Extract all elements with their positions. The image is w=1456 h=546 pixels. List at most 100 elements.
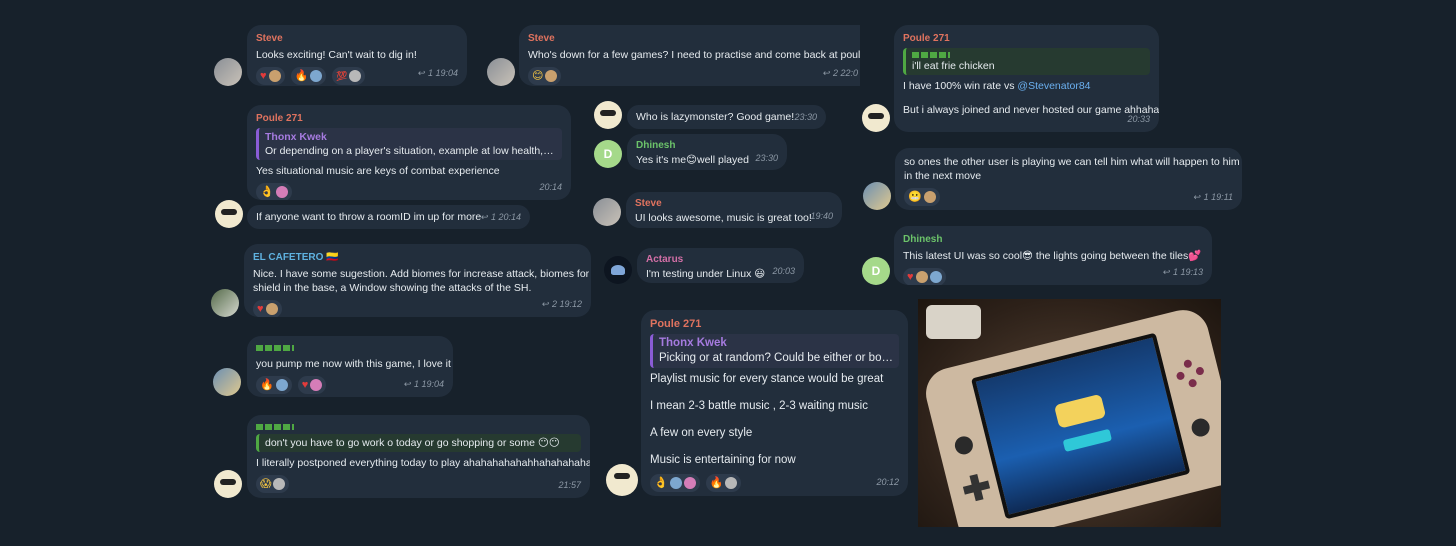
reaction-hundred[interactable]: 💯 [332, 67, 366, 85]
avatar-poule[interactable] [606, 464, 638, 496]
reply-quote[interactable]: don't you have to go work o today or go … [256, 434, 581, 452]
sender-name[interactable]: Steve [635, 197, 833, 211]
message-line: Playlist music for every stance would be… [650, 373, 884, 385]
hope-name-tag[interactable] [256, 345, 294, 351]
message-text: But i always joined and never hosted our… [903, 104, 1159, 116]
grimace-icon: 😬 [908, 191, 922, 203]
avatar-poule[interactable] [862, 104, 890, 132]
reaction-fire[interactable]: 🔥 [290, 67, 327, 85]
shared-photo[interactable] [918, 299, 1221, 527]
reply-icon: ↩ [417, 68, 426, 78]
message-bubble[interactable]: Poule 271 Thonx Kwek Or depending on a p… [247, 105, 571, 200]
avatar-dhinesh[interactable]: D [862, 257, 890, 285]
timestamp: ↩ 1 19:04 [404, 377, 444, 391]
sender-name[interactable]: Poule 271 [650, 317, 899, 332]
avatar-poule[interactable] [215, 200, 243, 228]
message-text: in the next move [904, 170, 982, 182]
reply-count[interactable]: 1 [414, 379, 419, 389]
avatar-letter: D [603, 147, 613, 161]
fire-icon: 🔥 [709, 476, 724, 489]
reaction-ok-hand[interactable]: 👌 [650, 474, 700, 492]
reply-count[interactable]: 2 [833, 68, 838, 78]
message-bubble[interactable]: If anyone want to throw a roomID im up f… [247, 205, 530, 229]
avatar-poule[interactable] [594, 101, 622, 129]
quote-sender: Thonx Kwek [265, 131, 327, 143]
timestamp: ↩ 1 19:13 [1163, 265, 1203, 279]
sender-name[interactable]: Steve [256, 32, 458, 46]
reply-count[interactable]: 2 [552, 299, 557, 309]
reaction-heart[interactable]: ♥ [297, 376, 327, 394]
message-bubble[interactable]: EL CAFETERO 🇨🇴 Nice. I have some sugesti… [244, 244, 591, 317]
sender-name[interactable]: Poule 271 [256, 112, 562, 126]
reply-icon: ↩ [1193, 192, 1202, 202]
avatar-steve[interactable] [214, 58, 242, 86]
message-bubble[interactable]: Poule 271 Thonx Kwek Picking or at rando… [641, 310, 908, 496]
message-bubble[interactable]: you pump me now with this game, I love i… [247, 336, 453, 397]
message-bubble[interactable]: Who is lazymonster? Good game! 23:30 [627, 105, 826, 129]
reply-quote[interactable]: i'll eat frie chicken [903, 48, 1150, 75]
message-bubble[interactable]: Poule 271 i'll eat frie chicken I have 1… [894, 25, 1159, 132]
avatar-poule[interactable] [214, 470, 242, 498]
reaction-grimace[interactable]: 😬 [904, 188, 940, 206]
reply-count[interactable]: 1 [428, 68, 433, 78]
quote-sender: Thonx Kwek [659, 337, 727, 349]
message-bubble[interactable]: Steve Looks exciting! Can't wait to dig … [247, 25, 467, 86]
sender-name[interactable]: Poule 271 [903, 32, 1150, 46]
message-bubble[interactable]: don't you have to go work o today or go … [247, 415, 590, 498]
avatar-el-cafetero[interactable] [211, 289, 239, 317]
avatar-dhinesh[interactable]: D [594, 140, 622, 168]
reaction-ok-hand[interactable]: 👌 [256, 183, 292, 200]
reactions: 😊 [528, 67, 851, 85]
reply-quote[interactable]: Thonx Kwek Or depending on a player's si… [256, 128, 562, 160]
avatar [310, 70, 323, 82]
reaction-heart[interactable]: ♥ [253, 300, 282, 317]
reply-quote[interactable]: Thonx Kwek Picking or at random? Could b… [650, 334, 899, 368]
time: 19:11 [1211, 192, 1233, 202]
reaction-fire[interactable]: 🔥 [256, 376, 292, 394]
message-bubble[interactable]: Dhinesh Yes it's me😊well played 23:30 [627, 134, 787, 170]
quote-text: Picking or at random? Could be either or… [659, 352, 895, 364]
sender-name[interactable]: Dhinesh [903, 233, 1203, 247]
message-bubble[interactable]: Actarus I'm testing under Linux 😃 20:03 [637, 248, 804, 283]
message-text: I have 100% win rate vs [903, 80, 1018, 92]
avatar-hope[interactable] [863, 182, 891, 210]
reaction-heart[interactable]: ♥ [903, 268, 946, 285]
quote-text: Or depending on a player's situation, ex… [265, 145, 562, 157]
heart-icon: ♥ [260, 70, 267, 82]
timestamp: 19:40 [810, 211, 833, 221]
play-button-image [1062, 428, 1113, 452]
message-bubble[interactable]: Dhinesh This latest UI was so cool😎 the … [894, 226, 1212, 285]
reaction-heart[interactable]: ♥ [256, 67, 285, 85]
face-button [1195, 366, 1205, 376]
time: 20:14 [498, 212, 521, 222]
time: 19:04 [421, 379, 444, 389]
reaction-scream[interactable]: 😱 [256, 475, 290, 493]
message-bubble[interactable]: Steve Who's down for a few games? I need… [519, 25, 860, 86]
message-bubble[interactable]: Steve UI looks awesome, music is great t… [626, 192, 842, 228]
reply-icon: ↩ [1162, 267, 1171, 277]
console-screen [970, 332, 1191, 520]
timestamp: ↩ 1 20:14 [481, 210, 521, 224]
message-bubble[interactable]: so ones the other user is playing we can… [895, 148, 1242, 210]
reactions: ♥ [253, 300, 582, 317]
sender-name[interactable]: EL CAFETERO 🇨🇴 [253, 251, 582, 265]
sender-name[interactable]: Steve [528, 32, 851, 46]
avatar-steve[interactable] [487, 58, 515, 86]
message-text: I literally postponed everything today t… [256, 457, 590, 469]
message-text: Yes it's me😊well played [636, 154, 749, 166]
avatar-steve[interactable] [593, 198, 621, 226]
user-mention-link[interactable]: @Stevenator84 [1017, 80, 1090, 92]
reply-count[interactable]: 1 [1173, 267, 1178, 277]
message-line: Music is entertaining for now [650, 454, 796, 466]
avatar-hope[interactable] [213, 368, 241, 396]
message-text: Who's down for a few games? I need to pr… [528, 49, 860, 61]
face-button [1175, 371, 1186, 381]
timestamp: ↩ 1 19:04 [418, 66, 458, 80]
reactions: 😬 [904, 188, 1233, 206]
reaction-smile[interactable]: 😊 [528, 67, 562, 85]
reply-count[interactable]: 1 [1204, 192, 1209, 202]
reaction-fire[interactable]: 🔥 [705, 474, 742, 492]
avatar-actarus[interactable] [604, 256, 632, 284]
reply-count[interactable]: 1 [491, 212, 496, 222]
avatar [275, 379, 288, 391]
